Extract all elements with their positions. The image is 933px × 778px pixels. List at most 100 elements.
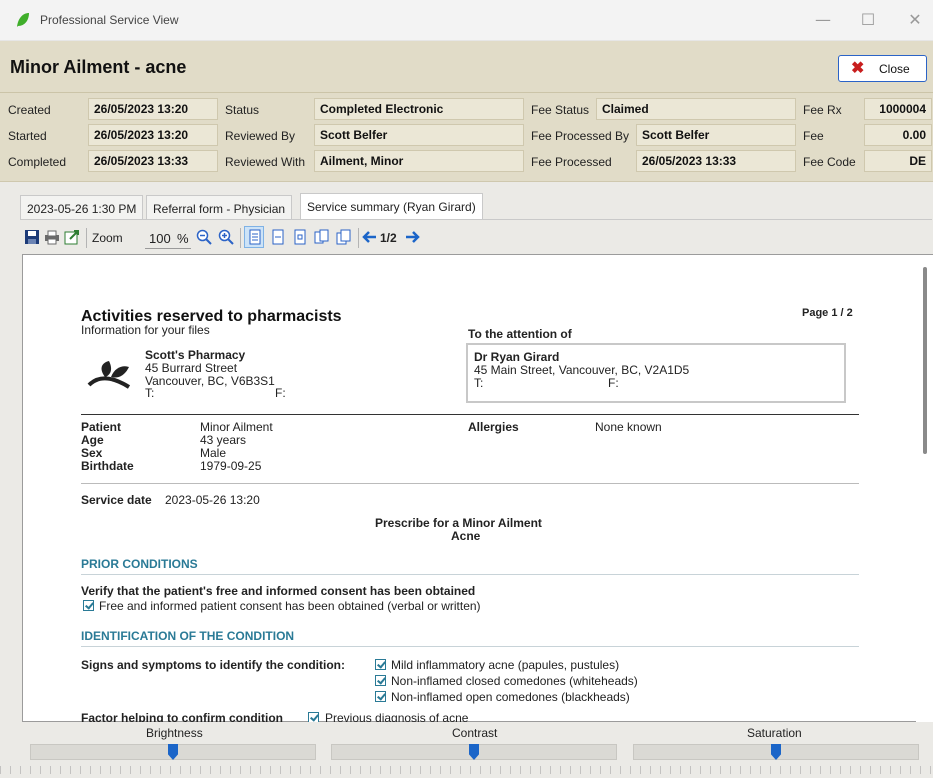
started-label: Started: [8, 129, 47, 143]
tab-service-summary[interactable]: Service summary (Ryan Girard): [300, 193, 483, 219]
age-label: Age: [81, 433, 104, 447]
page-label: Page 1 / 2: [802, 307, 853, 319]
created-label: Created: [8, 103, 51, 117]
pharmacy-f-label: F:: [275, 386, 286, 400]
fee-processed-value: 26/05/2023 13:33: [636, 150, 796, 172]
sign-checkbox: [375, 691, 386, 702]
completed-label: Completed: [8, 155, 67, 169]
fee-processed-label: Fee Processed: [531, 155, 612, 169]
fit-page-toggle[interactable]: [244, 226, 264, 248]
previous-page-icon[interactable]: [362, 229, 378, 245]
save-icon[interactable]: [24, 229, 40, 245]
reviewed-with-value: Ailment, Minor: [314, 150, 524, 172]
service-date-label: Service date: [81, 493, 152, 507]
actual-size-icon[interactable]: [292, 229, 308, 245]
birthdate-value: 1979-09-25: [200, 459, 262, 473]
minimize-icon[interactable]: —: [808, 8, 838, 32]
window-titlebar: Professional Service View — ☐ ✕: [0, 0, 933, 41]
tab-referral-form[interactable]: Referral form - Physician: [146, 195, 293, 219]
status-value: Completed Electronic: [314, 98, 524, 120]
pharmacy-city: Vancouver, BC, V6B3S1: [145, 374, 275, 388]
tab-date[interactable]: 2023-05-26 1:30 PM: [20, 195, 144, 219]
prescribe-line-1: Prescribe for a Minor Ailment: [375, 516, 542, 530]
zoom-label: Zoom: [92, 231, 123, 245]
zoom-out-icon[interactable]: [196, 229, 212, 245]
doctor-f-label: F:: [608, 376, 619, 390]
fee-rx-label: Fee Rx: [803, 103, 842, 117]
sign-item: Mild inflammatory acne (papules, pustule…: [391, 658, 620, 672]
doctor-name: Dr Ryan Girard: [474, 350, 560, 364]
vertical-scrollbar[interactable]: [916, 255, 933, 723]
sign-checkbox: [375, 675, 386, 686]
fee-code-label: Fee Code: [803, 155, 856, 169]
contrast-label: Contrast: [452, 726, 498, 740]
fee-processed-by-label: Fee Processed By: [531, 129, 630, 143]
fee-rx-value: 1000004: [864, 98, 932, 120]
close-button[interactable]: ✖ Close: [838, 55, 927, 82]
fee-status-label: Fee Status: [531, 103, 590, 117]
two-pages-icon[interactable]: [314, 229, 330, 245]
window-close-icon[interactable]: ✕: [900, 8, 930, 32]
document-page: Activities reserved to pharmacists Infor…: [75, 255, 895, 725]
image-adjust-sliders: Brightness Contrast Saturation: [0, 722, 933, 778]
service-date-divider: [81, 483, 859, 484]
fit-page-icon: [249, 229, 261, 245]
started-value: 26/05/2023 13:20: [88, 124, 218, 146]
pharmacy-name: Scott's Pharmacy: [145, 348, 246, 362]
birthdate-label: Birthdate: [81, 459, 134, 473]
status-label: Status: [225, 103, 260, 117]
reviewed-with-label: Reviewed With: [225, 155, 306, 169]
section-divider: [81, 646, 859, 647]
signs-label: Signs and symptoms to identify the condi…: [81, 658, 346, 672]
consent-question: Verify that the patient's free and infor…: [81, 584, 476, 598]
prior-conditions-heading: PRIOR CONDITIONS: [81, 557, 198, 571]
identification-heading: IDENTIFICATION OF THE CONDITION: [81, 629, 295, 643]
print-icon[interactable]: [44, 229, 60, 245]
tab-service-summary-label: Service summary (Ryan Girard): [307, 200, 476, 214]
document-subtitle: Information for your files: [81, 323, 210, 337]
next-page-icon[interactable]: [404, 229, 420, 245]
doctor-t-label: T:: [474, 376, 484, 390]
sex-value: Male: [200, 446, 227, 460]
tab-referral-form-label: Referral form - Physician: [153, 202, 286, 216]
saturation-label: Saturation: [747, 726, 802, 740]
zoom-unit: %: [177, 231, 189, 246]
allergies-value: None known: [595, 420, 662, 434]
service-title: Minor Ailment - acne: [10, 57, 187, 77]
document-viewer[interactable]: Activities reserved to pharmacists Infor…: [22, 254, 933, 725]
sign-checkbox: [375, 659, 386, 670]
main-area: 2023-05-26 1:30 PM Referral form - Physi…: [0, 182, 933, 778]
scrollbar-thumb[interactable]: [923, 267, 927, 454]
window-title: Professional Service View: [40, 13, 179, 27]
fee-status-value: Claimed: [596, 98, 796, 120]
doctor-address-box: Dr Ryan Girard 45 Main Street, Vancouver…: [466, 343, 846, 403]
document-toolbar: Zoom 100 % 1/2: [20, 226, 932, 250]
consent-checkbox: [83, 600, 94, 611]
close-button-label: Close: [879, 62, 910, 76]
patient-label: Patient: [81, 420, 122, 434]
service-header: Minor Ailment - acne ✖ Close Created 26/…: [0, 41, 933, 182]
sign-item: Non-inflamed open comedones (blackheads): [391, 690, 630, 704]
multi-page-icon[interactable]: [336, 229, 352, 245]
tab-underline: [20, 219, 932, 220]
fee-label: Fee: [803, 129, 824, 143]
page-indicator: 1/2: [380, 231, 397, 245]
patient-divider: [81, 414, 859, 415]
zoom-input[interactable]: 100 %: [145, 227, 191, 249]
sex-label: Sex: [81, 446, 103, 460]
age-value: 43 years: [200, 433, 247, 447]
slider-ticks: [0, 766, 933, 774]
fit-width-icon[interactable]: [270, 229, 286, 245]
maximize-icon[interactable]: ☐: [853, 8, 883, 32]
pharmacy-t-label: T:: [145, 386, 155, 400]
export-icon[interactable]: [64, 229, 80, 245]
pharmacy-street: 45 Burrard Street: [145, 361, 238, 375]
allergies-label: Allergies: [468, 420, 519, 434]
app-leaf-icon: [17, 13, 29, 27]
patient-value: Minor Ailment: [200, 420, 273, 434]
attention-label: To the attention of: [468, 327, 572, 341]
toolbar-separator: [240, 228, 241, 248]
toolbar-separator: [358, 228, 359, 248]
zoom-in-icon[interactable]: [218, 229, 234, 245]
brightness-label: Brightness: [146, 726, 203, 740]
